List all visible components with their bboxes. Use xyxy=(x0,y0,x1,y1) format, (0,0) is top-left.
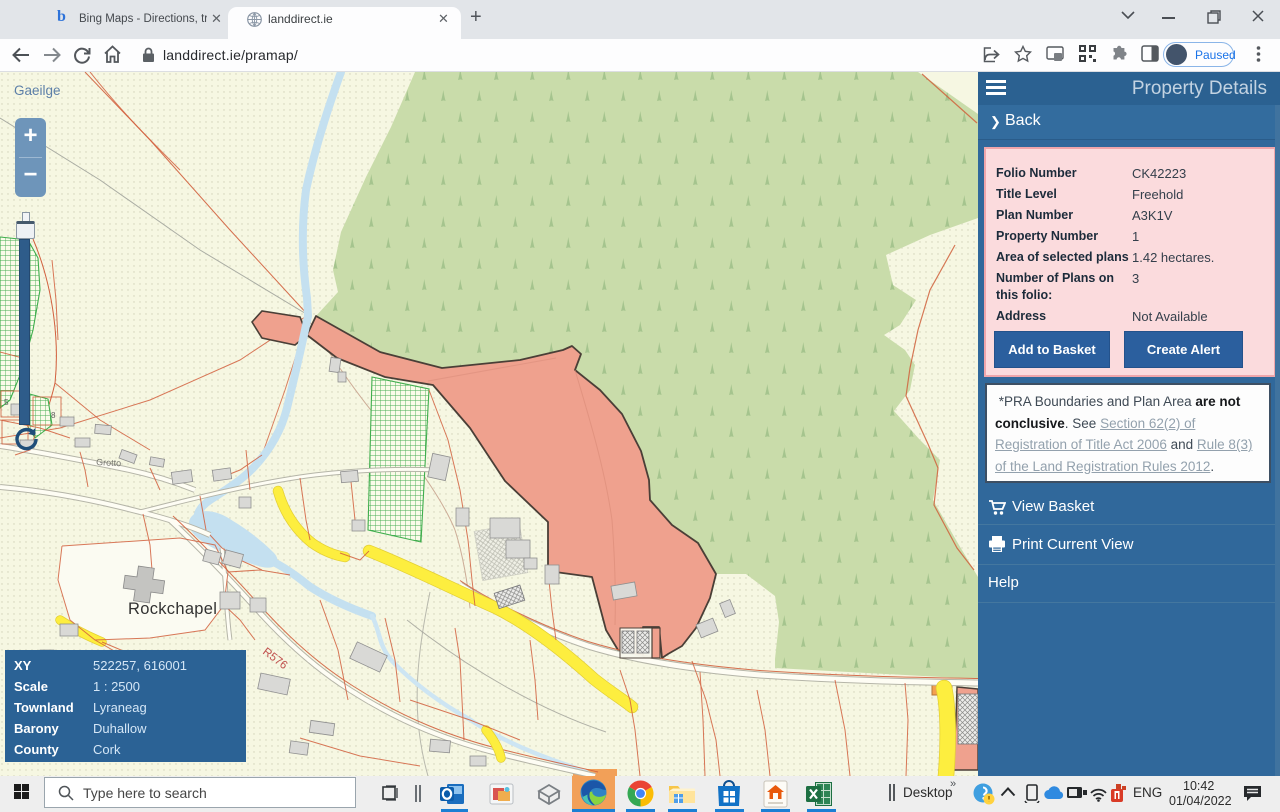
svg-text:8: 8 xyxy=(51,411,56,420)
svg-text:5: 5 xyxy=(4,398,9,407)
svg-text:Grotto: Grotto xyxy=(96,457,122,468)
svg-text:Rockchapel: Rockchapel xyxy=(128,600,217,618)
